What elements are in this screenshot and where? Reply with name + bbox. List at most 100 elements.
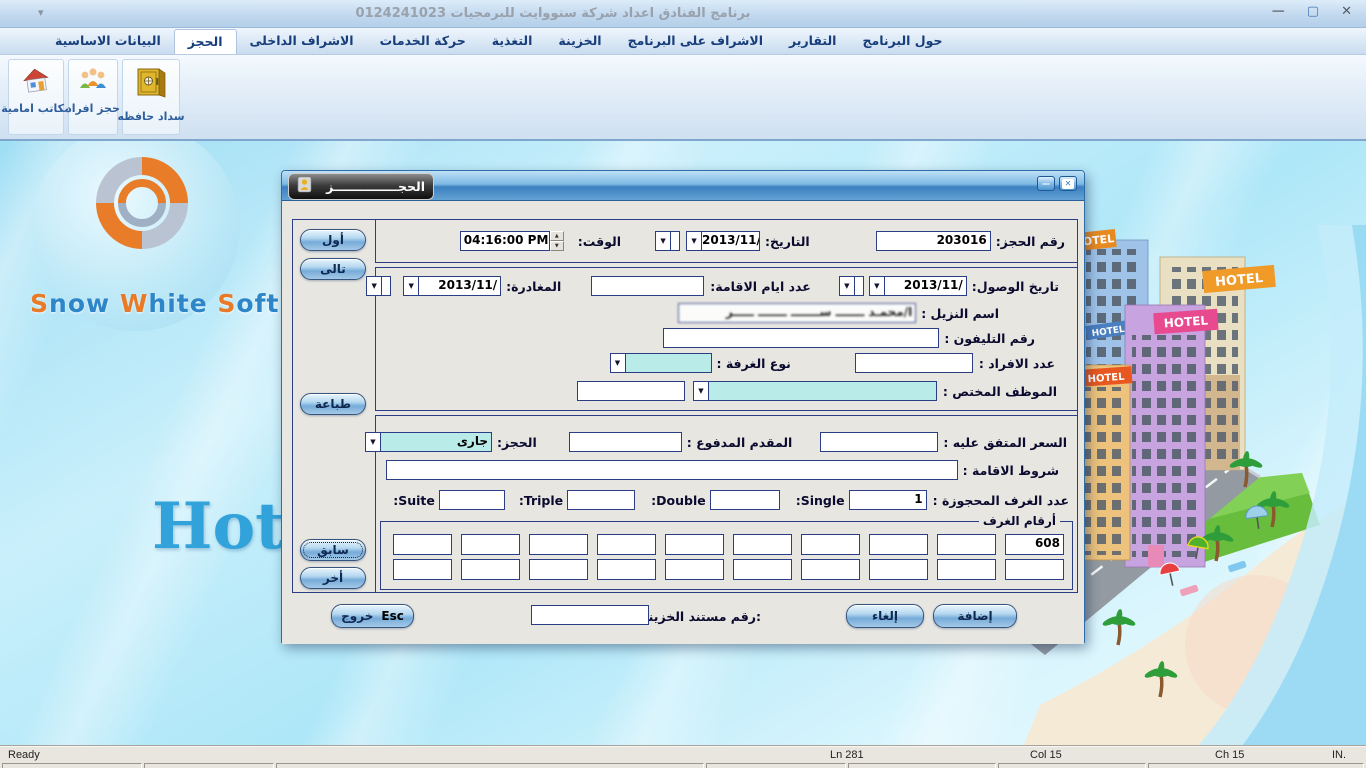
chevron-down-icon[interactable]: ▼ xyxy=(611,354,626,372)
menu-item-program-supervision[interactable]: الاشراف على البرنامج xyxy=(615,28,776,54)
arrival-date-combobox[interactable]: ▼ 2013/11/ xyxy=(869,276,967,296)
status-panels xyxy=(0,763,1366,768)
room-number-input[interactable] xyxy=(937,559,996,580)
departure-date-combobox[interactable]: ▼ 2013/11/ xyxy=(403,276,501,296)
room-number-input[interactable] xyxy=(869,559,928,580)
front-offices-label: مكاتب امامية xyxy=(1,102,71,115)
menu-item-catering[interactable]: التغذية xyxy=(479,28,546,54)
room-number-input[interactable] xyxy=(529,534,588,555)
room-number-input[interactable] xyxy=(461,534,520,555)
booking-status-combobox[interactable]: ▼ جارى xyxy=(365,432,492,452)
chevron-down-icon[interactable]: ▼ xyxy=(870,277,885,295)
room-number-input[interactable] xyxy=(937,534,996,555)
room-number-input[interactable] xyxy=(801,559,860,580)
pricing-rooms-group: السعر المتفق عليه : المقدم المدفوع : الح… xyxy=(375,415,1078,593)
group-people-icon xyxy=(78,66,108,98)
date-day-dropdown[interactable]: ▼ xyxy=(655,231,680,251)
menu-item-about[interactable]: حول البرنامج xyxy=(849,28,955,54)
hotel-building-yellow: HOTEL xyxy=(1078,365,1132,560)
persons-count-input[interactable] xyxy=(855,353,973,373)
dialog-title: الحجـــــــــــــــز xyxy=(312,179,425,194)
pay-portfolio-button[interactable]: سداد حافظه xyxy=(122,59,180,135)
exit-label: خروج xyxy=(341,609,373,623)
room-number-input[interactable] xyxy=(461,559,520,580)
dialog-close-button[interactable]: ✕ xyxy=(1059,176,1077,191)
arrival-date-label: تاريخ الوصول: xyxy=(972,279,1059,294)
advance-paid-input[interactable] xyxy=(569,432,682,452)
suite-label: Suite: xyxy=(393,493,435,508)
room-number-input[interactable] xyxy=(733,534,792,555)
dialog-caption[interactable]: الحجـــــــــــــــز — ✕ xyxy=(282,171,1084,201)
menu-item-booking[interactable]: الحجز xyxy=(174,29,237,54)
room-number-input[interactable]: 608 xyxy=(1005,534,1064,555)
assigned-staff-code-input[interactable] xyxy=(577,381,685,401)
assigned-staff-combobox[interactable]: ▼ xyxy=(693,381,937,401)
individual-booking-button[interactable]: حجز افراد xyxy=(68,59,118,135)
guest-name-input[interactable]: ا/محمـد ـــــــ ســـــــ ـــــــ ـــــر xyxy=(678,303,916,323)
time-spinner[interactable]: ▲ ▼ xyxy=(550,231,564,251)
date-label: التاريخ: xyxy=(765,234,810,249)
spin-up-icon[interactable]: ▲ xyxy=(550,231,564,241)
chevron-down-icon[interactable]: ▼ xyxy=(366,433,381,451)
snow-white-soft-logo-text: Snow White Soft xyxy=(30,289,250,318)
spin-down-icon[interactable]: ▼ xyxy=(550,241,564,251)
room-number-input[interactable] xyxy=(665,534,724,555)
single-count-input[interactable]: 1 xyxy=(849,490,927,510)
dialog-title-tab: الحجـــــــــــــــز xyxy=(288,173,434,200)
window-maximize-button[interactable]: ▢ xyxy=(1307,4,1319,19)
assigned-staff-label: الموظف المختص : xyxy=(943,384,1057,399)
room-number-input[interactable] xyxy=(529,559,588,580)
agreed-price-input[interactable] xyxy=(820,432,938,452)
room-number-input[interactable] xyxy=(801,534,860,555)
chevron-down-icon[interactable]: ▼ xyxy=(367,277,382,295)
dialog-minimize-button[interactable]: — xyxy=(1037,176,1055,191)
menu-item-services-movement[interactable]: حركة الخدمات xyxy=(367,28,479,54)
stay-days-label: عدد ايام الاقامة: xyxy=(710,279,811,294)
booking-no-input[interactable]: 203016 xyxy=(876,231,991,251)
room-number-input[interactable] xyxy=(597,559,656,580)
room-number-input[interactable] xyxy=(869,534,928,555)
front-offices-icon xyxy=(21,66,51,98)
chevron-down-icon[interactable]: ▼ xyxy=(404,277,419,295)
arrival-day-dropdown[interactable]: ▼ xyxy=(839,276,864,296)
treasury-doc-input[interactable] xyxy=(531,605,649,625)
chevron-down-icon[interactable]: ▼ xyxy=(687,232,702,250)
next-record-button[interactable]: تالى xyxy=(300,258,366,280)
phone-input[interactable] xyxy=(663,328,939,348)
menu-item-internal-supervision[interactable]: الاشراف الداخلى xyxy=(237,28,367,54)
time-input[interactable]: 04:16:00 PM xyxy=(460,231,550,251)
print-button[interactable]: طباعة xyxy=(300,393,366,415)
menu-item-reports[interactable]: التقارير xyxy=(776,28,849,54)
front-offices-button[interactable]: مكاتب امامية xyxy=(8,59,64,135)
window-close-button[interactable]: ✕ xyxy=(1341,4,1352,19)
room-number-input[interactable] xyxy=(393,534,452,555)
previous-record-button[interactable]: سابق xyxy=(300,539,366,561)
triple-count-input[interactable] xyxy=(567,490,635,510)
window-minimize-button[interactable]: — xyxy=(1272,4,1285,19)
exit-button[interactable]: خروج Esc xyxy=(331,604,414,628)
double-count-input[interactable] xyxy=(710,490,780,510)
room-number-input[interactable] xyxy=(1005,559,1064,580)
room-number-input[interactable] xyxy=(665,559,724,580)
last-record-button[interactable]: أخر xyxy=(300,567,366,589)
room-number-input[interactable] xyxy=(393,559,452,580)
stay-terms-input[interactable] xyxy=(386,460,958,480)
logo-letters: now xyxy=(49,289,110,318)
booking-no-label: رقم الحجز: xyxy=(996,234,1065,249)
suite-count-input[interactable] xyxy=(439,490,505,510)
chevron-down-icon[interactable]: ▼ xyxy=(694,382,709,400)
menu-item-basic-data[interactable]: البيانات الاساسية xyxy=(42,28,174,54)
first-record-button[interactable]: أول xyxy=(300,229,366,251)
room-type-combobox[interactable]: ▼ xyxy=(610,353,712,373)
persons-count-label: عدد الافراد : xyxy=(979,356,1055,371)
room-number-input[interactable] xyxy=(733,559,792,580)
date-combobox[interactable]: ▼ 2013/11/ xyxy=(686,231,760,251)
cancel-button[interactable]: إلغاء xyxy=(846,604,924,628)
menu-item-treasury[interactable]: الخزينة xyxy=(545,28,614,54)
room-number-input[interactable] xyxy=(597,534,656,555)
chevron-down-icon[interactable]: ▼ xyxy=(840,277,855,295)
departure-day-dropdown[interactable]: ▼ xyxy=(366,276,391,296)
chevron-down-icon[interactable]: ▼ xyxy=(656,232,671,250)
add-button[interactable]: إضافة xyxy=(933,604,1017,628)
stay-days-input[interactable] xyxy=(591,276,704,296)
